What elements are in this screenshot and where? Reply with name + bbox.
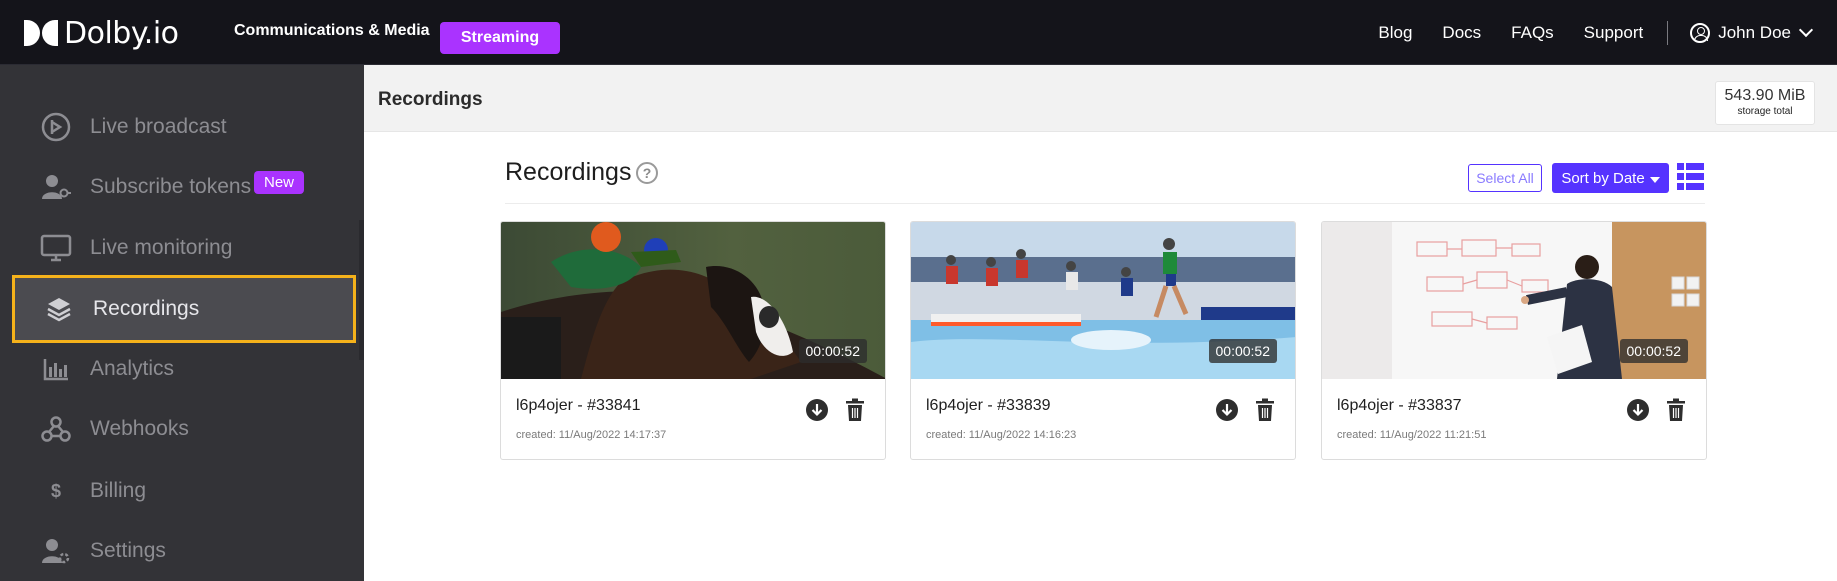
- sidebar-item-label: Recordings: [93, 297, 200, 320]
- recording-thumbnail[interactable]: 00:00:52: [911, 222, 1295, 379]
- list-view-icon[interactable]: [1677, 163, 1704, 190]
- recording-name: l6p4ojer - #33841: [516, 397, 641, 414]
- recording-duration: 00:00:52: [798, 339, 867, 363]
- recording-card[interactable]: 00:00:52 l6p4ojer - #33839 created: 11/A…: [910, 221, 1296, 460]
- sidebar-item-live-monitoring[interactable]: Live monitoring: [0, 218, 364, 278]
- nav-communications-media[interactable]: Communications & Media: [234, 22, 430, 40]
- user-key-icon: [40, 171, 72, 203]
- top-navbar: Dolby.io Communications & Media Streamin…: [0, 0, 1837, 65]
- storage-value: 543.90 MiB: [1724, 87, 1806, 104]
- help-icon[interactable]: ?: [636, 162, 658, 184]
- recording-name: l6p4ojer - #33839: [926, 397, 1051, 414]
- new-badge: New: [254, 171, 305, 194]
- monitor-icon: [40, 232, 72, 264]
- sidebar-item-label: Live monitoring: [90, 236, 233, 259]
- nav-support[interactable]: Support: [1584, 23, 1644, 43]
- storage-label: storage total: [1737, 106, 1793, 117]
- download-icon[interactable]: [1216, 399, 1238, 421]
- page-title: Recordings: [378, 89, 483, 110]
- sidebar-item-settings[interactable]: Settings: [0, 521, 364, 581]
- webhook-icon: [40, 413, 72, 445]
- sidebar-item-label: Analytics: [90, 357, 175, 380]
- nav-streaming-button[interactable]: Streaming: [440, 22, 560, 54]
- recording-card[interactable]: 00:00:52 l6p4ojer - #33841 created: 11/A…: [500, 221, 886, 460]
- storage-total-badge: 543.90 MiB storage total: [1715, 81, 1815, 125]
- recording-created: created: 11/Aug/2022 11:21:51: [1337, 429, 1487, 441]
- user-name: John Doe: [1718, 22, 1791, 42]
- nav-faqs[interactable]: FAQs: [1511, 23, 1554, 43]
- sidebar: Live broadcast Subscribe tokens Live mon…: [0, 65, 364, 581]
- recording-name: l6p4ojer - #33837: [1337, 397, 1462, 414]
- logo-text: Dolby.io: [64, 15, 179, 51]
- sidebar-item-billing[interactable]: $ Billing: [0, 461, 364, 521]
- recordings-heading: Recordings: [505, 158, 632, 186]
- sidebar-item-recordings[interactable]: Recordings: [12, 275, 356, 343]
- dolby-logo[interactable]: Dolby.io: [24, 15, 179, 51]
- user-gear-icon: [40, 535, 72, 567]
- sidebar-item-label: Subscribe tokens: [90, 175, 252, 198]
- sidebar-item-analytics[interactable]: Analytics: [0, 339, 364, 399]
- bar-chart-icon: [40, 353, 72, 385]
- layers-icon: [43, 293, 75, 325]
- sidebar-item-live-broadcast[interactable]: Live broadcast: [0, 97, 364, 157]
- sidebar-item-subscribe-tokens[interactable]: Subscribe tokens: [0, 157, 364, 217]
- delete-icon[interactable]: [1255, 398, 1275, 422]
- chevron-down-icon: [1798, 22, 1814, 38]
- user-circle-icon: [1690, 22, 1711, 43]
- header-divider: [505, 203, 1705, 204]
- recording-created: created: 11/Aug/2022 14:16:23: [926, 429, 1077, 441]
- sort-by-date-button[interactable]: Sort by Date: [1552, 163, 1669, 193]
- sidebar-item-label: Webhooks: [90, 417, 189, 440]
- download-icon[interactable]: [806, 399, 828, 421]
- recording-thumbnail[interactable]: 00:00:52: [1322, 222, 1706, 379]
- nav-docs[interactable]: Docs: [1442, 23, 1481, 43]
- sidebar-item-label: Billing: [90, 479, 147, 502]
- page-subheader: Recordings 543.90 MiB storage total: [364, 65, 1837, 132]
- dollar-icon: $: [50, 480, 61, 501]
- recording-duration: 00:00:52: [1619, 339, 1688, 363]
- nav-blog[interactable]: Blog: [1378, 23, 1412, 43]
- delete-icon[interactable]: [1666, 398, 1686, 422]
- recording-card[interactable]: 00:00:52 l6p4ojer - #33837 created: 11/A…: [1321, 221, 1707, 460]
- download-icon[interactable]: [1627, 399, 1649, 421]
- sort-label: Sort by Date: [1561, 169, 1645, 187]
- recording-created: created: 11/Aug/2022 14:17:37: [516, 429, 667, 441]
- sidebar-item-webhooks[interactable]: Webhooks: [0, 399, 364, 459]
- caret-down-icon: [1649, 176, 1660, 183]
- select-all-button[interactable]: Select All: [1468, 164, 1542, 192]
- broadcast-icon: [40, 111, 72, 143]
- sidebar-item-label: Live broadcast: [90, 115, 227, 138]
- user-menu[interactable]: John Doe: [1690, 22, 1814, 43]
- nav-divider: [1667, 20, 1669, 45]
- sidebar-item-label: Settings: [90, 539, 166, 562]
- recording-duration: 00:00:52: [1208, 339, 1277, 363]
- recording-thumbnail[interactable]: 00:00:52: [501, 222, 885, 379]
- delete-icon[interactable]: [845, 398, 865, 422]
- dolby-mark-icon: [24, 20, 60, 46]
